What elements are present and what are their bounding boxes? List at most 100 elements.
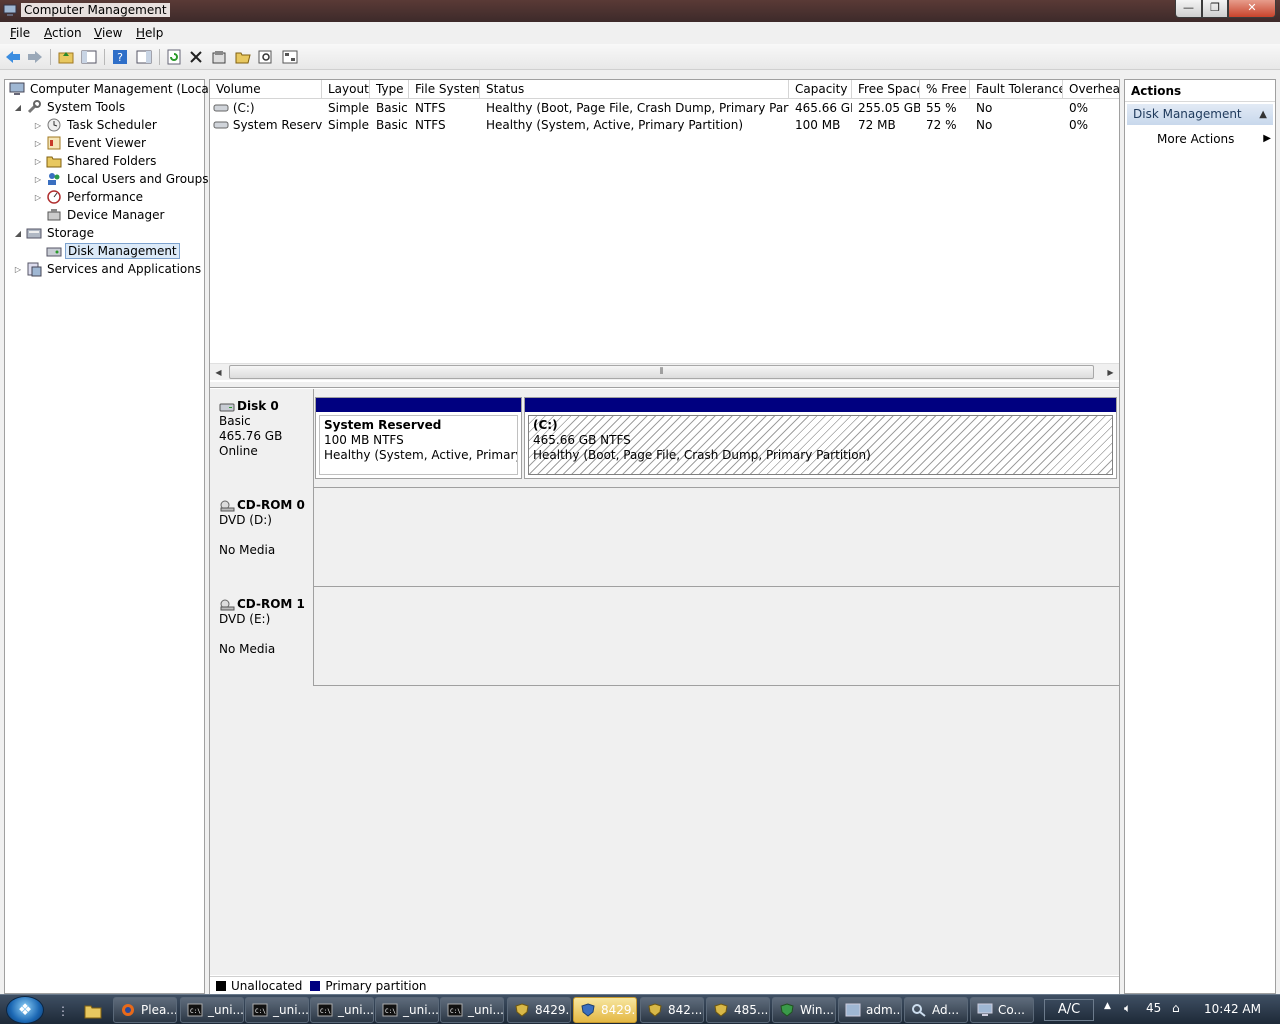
tree-item-system-tools[interactable]: ◢ System Tools (13, 98, 127, 116)
more-actions-label: More Actions (1157, 132, 1235, 146)
disk-0-row[interactable]: Disk 0 Basic 465.76 GB Online System Res… (210, 389, 1119, 488)
volume-icon[interactable]: 🔈︎ (1124, 1001, 1131, 1016)
collapse-triangle-icon[interactable]: ◢ (13, 103, 23, 112)
help-icon[interactable]: ? (111, 48, 129, 66)
firefox-icon (122, 1004, 134, 1016)
menu-help[interactable]: Help (136, 26, 163, 40)
scroll-right-icon[interactable]: ▶ (1102, 364, 1119, 381)
column-header-overhead[interactable]: Overhead (1063, 80, 1119, 99)
partition-c-drive[interactable]: (C:) 465.66 GB NTFS Healthy (Boot, Page … (524, 397, 1117, 479)
svg-text:C:\: C:\ (385, 1008, 396, 1015)
taskbar-button-active[interactable]: 8429... (573, 997, 637, 1023)
cdrom-0-row[interactable]: CD-ROM 0 DVD (D:) No Media (210, 488, 1119, 587)
column-header-capacity[interactable]: Capacity (789, 80, 852, 99)
expand-triangle-icon[interactable]: ▷ (33, 193, 43, 202)
tray-count[interactable]: 45 (1146, 1001, 1161, 1015)
horizontal-scrollbar[interactable]: ◀ ⦀ ▶ (210, 363, 1119, 380)
taskbar-button[interactable]: C:\ _uni... (310, 997, 374, 1023)
cdrom-1-info[interactable]: CD-ROM 1 DVD (E:) No Media (210, 587, 314, 686)
column-header-file-system[interactable]: File System (409, 80, 480, 99)
taskbar-button[interactable]: adm... (838, 997, 902, 1023)
table-row[interactable]: (C:) Simple Basic NTFS Healthy (Boot, Pa… (210, 100, 1119, 117)
tree-item-services-applications[interactable]: ▷ Services and Applications (13, 260, 203, 278)
expand-triangle-icon[interactable]: ▷ (33, 157, 43, 166)
show-hidden-icons-icon[interactable]: ▲ (1104, 1001, 1111, 1011)
properties-icon[interactable] (210, 48, 228, 66)
menu-action[interactable]: Action (44, 26, 82, 40)
device-manager-icon (46, 207, 62, 223)
cdrom-0-info[interactable]: CD-ROM 0 DVD (D:) No Media (210, 488, 314, 587)
taskbar-button[interactable]: Win... (772, 997, 836, 1023)
collapse-up-icon[interactable]: ▲ (1259, 104, 1267, 125)
table-row[interactable]: System Reserved Simple Basic NTFS Health… (210, 117, 1119, 134)
legend-unallocated: Unallocated (231, 978, 303, 993)
expand-triangle-icon[interactable]: ▷ (33, 139, 43, 148)
taskbar-button[interactable]: C:\ _uni... (180, 997, 244, 1023)
menu-view[interactable]: View (94, 26, 122, 40)
tools-icon (26, 99, 42, 115)
taskbar-button[interactable]: Co... (970, 997, 1034, 1023)
expand-triangle-icon[interactable]: ▷ (13, 265, 23, 274)
forward-arrow-icon[interactable] (26, 48, 44, 66)
tree-item-local-users[interactable]: ▷ Local Users and Groups (33, 170, 211, 188)
tree-item-event-viewer[interactable]: ▷ Event Viewer (33, 134, 148, 152)
settings-icon[interactable] (281, 48, 299, 66)
more-actions-item[interactable]: More Actions ▶ (1157, 130, 1271, 148)
tree-item-computer-management[interactable]: Computer Management (Local) (9, 80, 219, 98)
taskbar-button[interactable]: Ad... (904, 997, 968, 1023)
layout-cell: Simple (328, 101, 369, 115)
column-header-fault-tolerance[interactable]: Fault Tolerance (970, 80, 1063, 99)
taskbar-button[interactable]: C:\ _uni... (245, 997, 309, 1023)
taskbar-button[interactable]: Plea... (113, 997, 177, 1023)
tree-item-device-manager[interactable]: Device Manager (46, 206, 166, 224)
network-icon[interactable]: ⌂ (1172, 1001, 1180, 1015)
tree-item-performance[interactable]: ▷ Performance (33, 188, 145, 206)
back-arrow-icon[interactable] (4, 48, 22, 66)
tree-item-shared-folders[interactable]: ▷ Shared Folders (33, 152, 158, 170)
menu-file[interactable]: File (10, 26, 30, 40)
scroll-left-icon[interactable]: ◀ (210, 364, 227, 381)
close-button[interactable]: ✕ (1228, 0, 1276, 18)
explorer-quicklaunch-icon[interactable] (82, 1001, 104, 1021)
column-header-layout[interactable]: Layout (322, 80, 370, 99)
taskbar-button[interactable]: 842... (640, 997, 704, 1023)
maximize-button[interactable]: ❐ (1202, 0, 1228, 18)
disk-0-info[interactable]: Disk 0 Basic 465.76 GB Online (210, 389, 314, 488)
column-header-free-space[interactable]: Free Space (852, 80, 920, 99)
taskbar-button[interactable]: 485... (706, 997, 770, 1023)
column-header-status[interactable]: Status (480, 80, 789, 99)
up-folder-icon[interactable] (57, 48, 75, 66)
disk-name-row: CD-ROM 1 (219, 597, 313, 612)
pane-splitter[interactable] (210, 382, 1119, 388)
collapse-triangle-icon[interactable]: ◢ (13, 229, 23, 238)
title-bar[interactable]: Computer Management — ❐ ✕ (0, 0, 1280, 22)
refresh-icon[interactable] (165, 48, 183, 66)
minimize-button[interactable]: — (1175, 0, 1202, 18)
start-button[interactable]: ❖ (6, 996, 44, 1024)
expand-triangle-icon[interactable]: ▷ (33, 121, 43, 130)
show-desktop-grip-icon[interactable]: ⋮ (52, 1001, 74, 1021)
column-header-percent-free[interactable]: % Free (920, 80, 970, 99)
tree-item-storage[interactable]: ◢ Storage (13, 224, 96, 242)
magnifier-icon[interactable] (257, 48, 275, 66)
actions-section-disk-management[interactable]: Disk Management ▲ (1127, 104, 1273, 125)
taskbar-button[interactable]: C:\ _uni... (375, 997, 439, 1023)
open-folder-icon[interactable] (234, 48, 252, 66)
taskbar-button[interactable]: C:\ _uni... (440, 997, 504, 1023)
column-header-volume[interactable]: Volume (210, 80, 322, 99)
scrollbar-thumb[interactable]: ⦀ (229, 365, 1094, 379)
power-status[interactable]: A/C (1044, 999, 1094, 1021)
column-header-type[interactable]: Type (370, 80, 409, 99)
file-system-cell: NTFS (415, 118, 446, 132)
taskbar-button[interactable]: 8429... (507, 997, 571, 1023)
clock[interactable]: 10:42 AM (1204, 1002, 1261, 1016)
tree-item-disk-management[interactable]: Disk Management (46, 242, 180, 260)
volume-list-header: Volume Layout Type File System Status Ca… (210, 80, 1119, 99)
show-hide-console-tree-icon[interactable] (80, 48, 98, 66)
delete-icon[interactable] (187, 48, 205, 66)
tree-item-task-scheduler[interactable]: ▷ Task Scheduler (33, 116, 159, 134)
cdrom-1-row[interactable]: CD-ROM 1 DVD (E:) No Media (210, 587, 1119, 686)
expand-triangle-icon[interactable]: ▷ (33, 175, 43, 184)
show-hide-action-pane-icon[interactable] (135, 48, 153, 66)
partition-system-reserved[interactable]: System Reserved 100 MB NTFS Healthy (Sys… (315, 397, 522, 479)
